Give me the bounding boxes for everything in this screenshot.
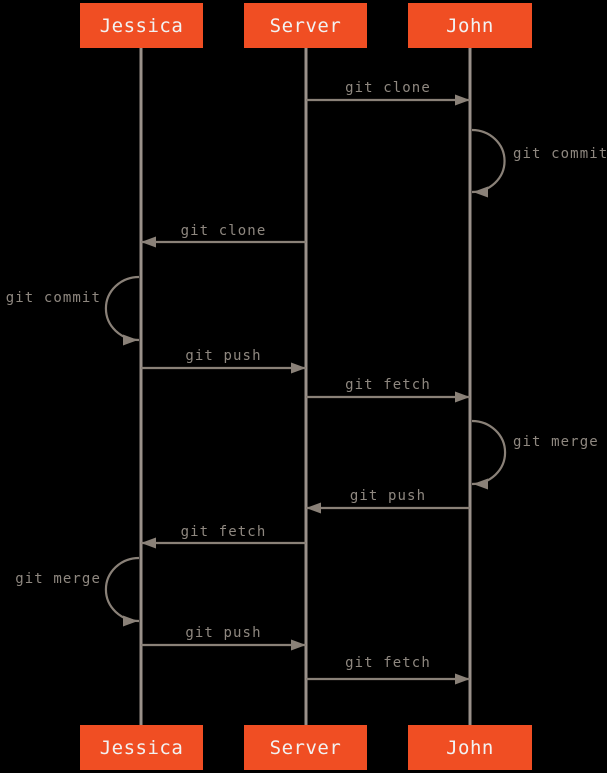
arrowhead-m9: [141, 537, 156, 549]
message-m10: git merge: [15, 556, 140, 627]
arrowhead-m2: [473, 186, 488, 198]
arrowhead-m10: [123, 615, 138, 627]
message-label-m6: git fetch: [345, 377, 431, 393]
message-label-m9: git fetch: [181, 524, 267, 540]
message-label-m11: git push: [185, 625, 261, 641]
message-label-m10: git merge: [15, 571, 101, 587]
actor-label-bottom-server: Server: [270, 737, 342, 759]
actor-top-john[interactable]: John: [408, 3, 532, 48]
message-label-m7: git merge: [513, 434, 599, 450]
arrowhead-m11: [291, 639, 306, 651]
actor-bottom-john[interactable]: John: [408, 725, 532, 770]
message-label-m12: git fetch: [345, 655, 431, 671]
message-label-m3: git clone: [181, 223, 267, 239]
arrowhead-m1: [455, 94, 470, 106]
message-label-m2: git commit: [513, 146, 607, 162]
sequence-diagram-svg: git clone git commit git clone git commit gi…: [6, 3, 607, 770]
message-m4: git commit: [6, 275, 140, 346]
arrowhead-m5: [291, 362, 306, 374]
actor-bottom-server[interactable]: Server: [244, 725, 367, 770]
actor-label-top-server: Server: [270, 15, 342, 37]
message-m12: git fetch: [306, 655, 470, 685]
message-label-m1: git clone: [345, 80, 431, 96]
message-label-m8: git push: [350, 488, 426, 504]
arrowhead-m8: [306, 502, 321, 514]
message-arc-m4: [104, 275, 140, 342]
actor-label-top-jessica: Jessica: [100, 15, 184, 37]
message-m1: git clone: [306, 80, 470, 106]
message-m3: git clone: [141, 223, 306, 248]
actor-top-jessica[interactable]: Jessica: [80, 3, 203, 48]
message-arc-m10: [104, 556, 140, 623]
message-arc-m2: [471, 128, 506, 194]
message-arc-m7: [471, 419, 507, 486]
arrowhead-m7: [473, 478, 488, 490]
sequence-diagram-canvas: git clone git commit git clone git commit gi…: [0, 0, 607, 773]
message-m6: git fetch: [306, 377, 470, 403]
message-m11: git push: [141, 625, 306, 651]
actor-label-bottom-jessica: Jessica: [100, 737, 184, 759]
actor-top-server[interactable]: Server: [244, 3, 367, 48]
actor-label-top-john: John: [446, 15, 494, 37]
arrowhead-m4: [123, 334, 138, 346]
message-label-m4: git commit: [6, 290, 101, 306]
message-m2: git commit: [471, 128, 607, 198]
arrowhead-m12: [455, 673, 470, 685]
message-m9: git fetch: [141, 524, 306, 549]
message-label-m5: git push: [185, 348, 261, 364]
message-m8: git push: [306, 488, 470, 514]
actor-label-bottom-john: John: [446, 737, 494, 759]
arrowhead-m3: [141, 236, 156, 248]
message-m5: git push: [141, 348, 306, 374]
arrowhead-m6: [455, 391, 470, 403]
actor-bottom-jessica[interactable]: Jessica: [80, 725, 203, 770]
message-m7: git merge: [471, 419, 599, 490]
